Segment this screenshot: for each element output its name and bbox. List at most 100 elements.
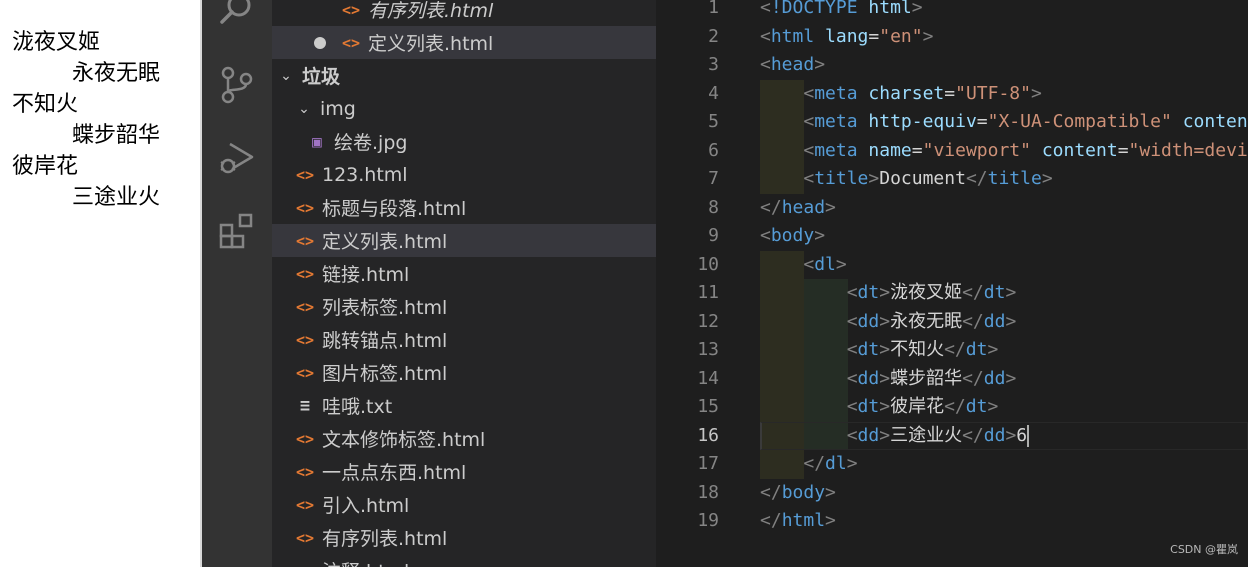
code-token: >	[814, 225, 826, 246]
code-line[interactable]: </dl>	[760, 450, 858, 478]
code-token: dd	[857, 310, 880, 332]
code-token: >	[879, 367, 891, 389]
code-line[interactable]: <html lang="en">	[760, 23, 933, 51]
code-line[interactable]: <dt>泷夜叉姬</dt>	[760, 279, 1017, 307]
preview-dd: 蝶步韶华	[72, 123, 161, 148]
code-line[interactable]: <!DOCTYPE html>	[760, 0, 923, 22]
code-token: dd	[983, 424, 1006, 446]
modified-dot-icon	[314, 36, 326, 49]
code-token: 永夜无眠	[890, 310, 963, 332]
code-token: <	[760, 225, 771, 246]
file-item[interactable]: <> 引入.html	[272, 488, 656, 521]
folder-label: 垃圾	[302, 66, 341, 88]
file-item[interactable]: <> 123.html	[272, 158, 656, 191]
code-editor[interactable]: 1 <!DOCTYPE html> 2 <html lang="en"> 3 <head>…	[656, 0, 1248, 567]
code-token: </	[760, 510, 782, 531]
activity-bar	[202, 0, 272, 567]
file-item[interactable]: <> 列表标签.html	[272, 290, 656, 323]
folder-img[interactable]: ⌄ img	[272, 92, 656, 125]
code-line[interactable]: </body>	[760, 479, 836, 507]
line-number: 19	[697, 510, 719, 531]
code-token: >	[1005, 424, 1017, 446]
source-control-icon[interactable]	[216, 64, 258, 106]
code-token: html	[868, 0, 912, 18]
code-token: html	[781, 510, 826, 531]
code-token: <	[760, 25, 771, 47]
html-file-icon: <>	[295, 462, 315, 481]
file-label: 文本修饰标签.html	[322, 429, 486, 451]
file-item[interactable]: ≡ 哇哦.txt	[272, 389, 656, 422]
file-item-selected[interactable]: <> 定义列表.html	[272, 224, 656, 257]
preview-dd: 永夜无眠	[72, 61, 161, 86]
run-debug-icon[interactable]	[216, 136, 258, 178]
code-token: =	[944, 82, 956, 104]
code-line[interactable]: <dd>三途业火</dd>6	[760, 422, 1030, 450]
file-label: 定义列表.html	[322, 231, 448, 253]
code-token: >	[846, 453, 858, 474]
code-token: <	[846, 367, 858, 389]
code-line[interactable]: <meta charset="UTF-8">	[760, 80, 1041, 108]
text-cursor	[1027, 424, 1030, 447]
code-token: "width=device-width, initial-scale=1.0"	[1128, 139, 1248, 161]
code-line[interactable]: <meta http-equiv="X-UA-Compatible" conte…	[760, 108, 1248, 136]
code-line[interactable]: <title>Document</title>	[760, 165, 1052, 193]
file-label: 123.html	[322, 163, 408, 186]
search-icon[interactable]	[216, 0, 258, 30]
code-line[interactable]: <dd>蝶步韶华</dd>	[760, 365, 1017, 393]
file-item[interactable]: <> 图片标签.html	[272, 356, 656, 389]
preview-dt: 泷夜叉姬	[12, 30, 101, 55]
file-item[interactable]: <> 文本修饰标签.html	[272, 422, 656, 455]
code-token: >	[879, 396, 891, 417]
image-file-icon: ▣	[312, 132, 322, 151]
html-file-icon: <>	[295, 297, 315, 316]
code-line[interactable]: <body>	[760, 222, 825, 250]
file-item[interactable]: <> 注释.html	[272, 554, 656, 567]
code-token: </	[962, 310, 984, 332]
file-item[interactable]: ▣ 绘卷.jpg	[272, 125, 656, 158]
line-number: 1	[708, 0, 719, 18]
file-item[interactable]: <> 有序列表.html	[272, 521, 656, 554]
file-item[interactable]: <> 一点点东西.html	[272, 455, 656, 488]
html-file-icon: <>	[295, 363, 315, 382]
code-line[interactable]: <meta name="viewport" content="width=dev…	[760, 137, 1248, 165]
html-file-icon: <>	[295, 264, 315, 283]
html-file-icon: <>	[295, 528, 315, 547]
code-token: "X-UA-Compatible"	[987, 111, 1172, 132]
file-label: 有序列表.html	[368, 0, 494, 22]
code-line[interactable]: <dl>	[760, 251, 846, 279]
file-item[interactable]: <> 跳转锚点.html	[272, 323, 656, 356]
code-token: dt	[857, 282, 880, 303]
open-editor-item-active[interactable]: <> 定义列表.html	[272, 26, 656, 59]
line-number: 15	[697, 396, 719, 417]
file-label: 引入.html	[322, 495, 410, 517]
code-token: >	[987, 396, 999, 417]
html-file-icon: <>	[295, 165, 315, 184]
code-line[interactable]: </head>	[760, 194, 836, 222]
code-token: 6	[1016, 424, 1028, 446]
file-item[interactable]: <> 标题与段落.html	[272, 191, 656, 224]
line-number: 14	[697, 367, 719, 389]
code-line[interactable]: </html>	[760, 507, 836, 535]
code-token: </	[760, 481, 782, 503]
code-token: 彼岸花	[890, 396, 945, 417]
code-token: body	[770, 225, 815, 246]
code-token: <	[803, 139, 815, 161]
code-line[interactable]: <dd>永夜无眠</dd>	[760, 308, 1017, 336]
code-line[interactable]: <dt>不知火</dt>	[760, 336, 999, 364]
preview-dt: 不知火	[12, 92, 79, 117]
code-line[interactable]: <head>	[760, 51, 825, 79]
open-editor-item[interactable]: <> 有序列表.html	[272, 0, 656, 26]
code-token: dl	[814, 253, 836, 275]
file-label: 链接.html	[322, 264, 410, 286]
code-token: >	[987, 339, 999, 360]
extensions-icon[interactable]	[216, 210, 258, 252]
file-item[interactable]: <> 链接.html	[272, 257, 656, 290]
folder-garbage[interactable]: ⌄ 垃圾	[272, 59, 656, 92]
code-line[interactable]: <dt>彼岸花</dt>	[760, 393, 999, 421]
